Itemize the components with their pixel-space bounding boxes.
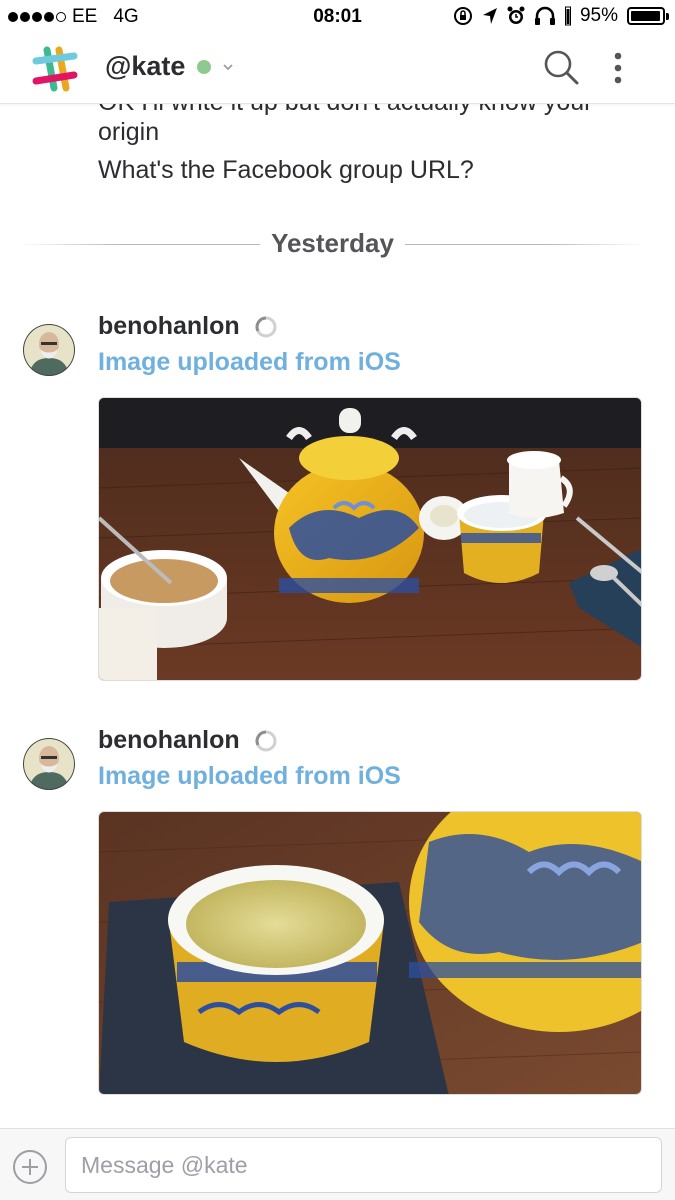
- status-bar: EE 4G 08:01 95%: [0, 0, 675, 34]
- slack-logo-icon[interactable]: [30, 44, 80, 94]
- day-divider: Yesterday: [20, 224, 645, 264]
- message-author[interactable]: benohanlon: [98, 726, 240, 755]
- previous-message-line: What's the Facebook group URL?: [98, 156, 474, 184]
- message-composer: [0, 1128, 675, 1200]
- avatar[interactable]: [23, 738, 75, 790]
- location-arrow-icon: [482, 8, 497, 24]
- teapot-table-photo: [99, 398, 641, 680]
- message-input[interactable]: [65, 1137, 662, 1193]
- image-attachment[interactable]: [98, 811, 642, 1095]
- battery-percent: 95%: [579, 5, 618, 26]
- add-attachment-button[interactable]: [13, 1150, 47, 1184]
- previous-message-line: origin: [98, 118, 160, 146]
- loading-spinner-icon: [255, 730, 277, 751]
- image-attachment[interactable]: [98, 397, 642, 681]
- search-icon[interactable]: [542, 48, 580, 86]
- headphone-battery-icon: [564, 6, 571, 26]
- tea-cup-closeup-photo: [99, 812, 641, 1094]
- channel-switcher[interactable]: @kate: [105, 51, 235, 82]
- message-list[interactable]: OK I'll write it up but don't actually k…: [0, 104, 675, 1128]
- status-right: 95%: [453, 5, 669, 27]
- more-options-icon[interactable]: [606, 50, 630, 86]
- channel-name: @kate: [105, 51, 186, 81]
- conversation-header: @kate: [0, 34, 675, 104]
- avatar[interactable]: [23, 324, 75, 376]
- rotation-lock-icon: [453, 7, 472, 25]
- file-title-link[interactable]: Image uploaded from iOS: [98, 762, 401, 791]
- loading-spinner-icon: [255, 316, 277, 337]
- file-title-link[interactable]: Image uploaded from iOS: [98, 348, 401, 377]
- chevron-down-icon: [223, 63, 234, 70]
- battery-icon: [627, 7, 669, 25]
- presence-dot-icon: [197, 59, 212, 74]
- alarm-clock-icon: [507, 6, 525, 24]
- day-divider-label: Yesterday: [261, 228, 404, 258]
- message-author[interactable]: benohanlon: [98, 312, 240, 341]
- headphones-icon: [534, 6, 555, 25]
